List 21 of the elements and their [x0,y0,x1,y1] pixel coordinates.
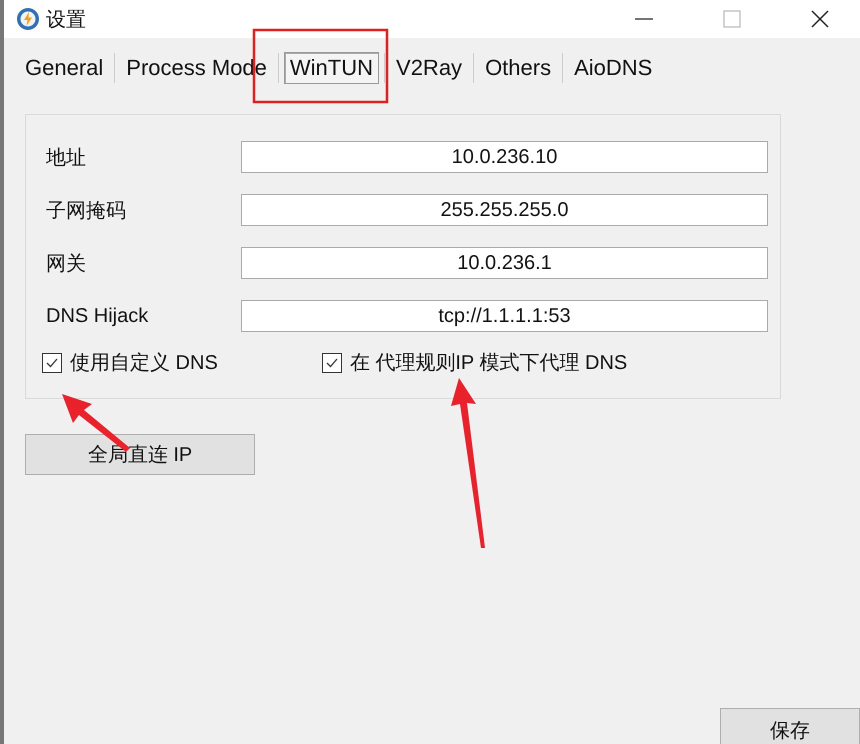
tab[interactable]: V2Ray [390,52,468,84]
checkbox-label: 在 代理规则IP 模式下代理 DNS [350,351,628,376]
input-field[interactable]: 10.0.236.10 [241,141,768,173]
tab[interactable]: Others [479,52,558,84]
field-label: 地址 [46,146,87,170]
close-icon[interactable] [810,9,830,29]
tab[interactable]: General [19,52,110,84]
field-label: 网关 [46,252,87,276]
field-label: 子网掩码 [46,198,127,224]
field-label: DNS Hijack [46,304,150,328]
checkbox[interactable] [322,352,342,372]
tab[interactable]: AioDNS [568,52,658,84]
checkbox-label: 使用自定义 DNS [70,351,218,376]
window-title: 设置 [46,8,86,32]
save-button[interactable]: 保存 [720,708,860,744]
checkbox[interactable] [42,352,62,372]
app-logo-icon [16,7,40,31]
tab[interactable]: WinTUN [284,52,380,84]
input-field[interactable]: tcp://1.1.1.1:53 [241,300,768,332]
input-field[interactable]: 10.0.236.1 [241,247,768,279]
input-field[interactable]: 255.255.255.0 [241,194,768,226]
